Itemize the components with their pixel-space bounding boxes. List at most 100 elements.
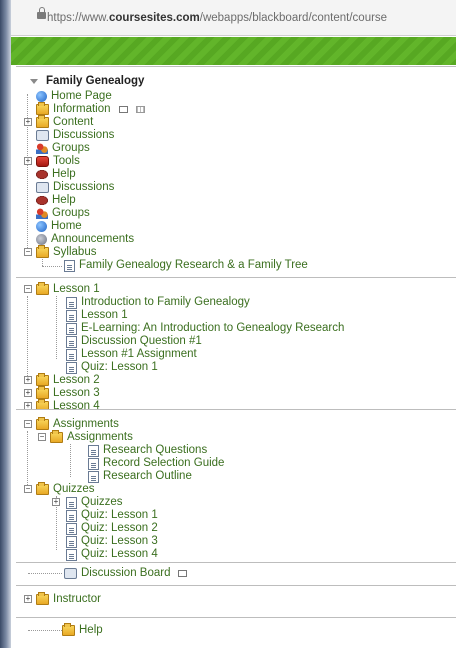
course-title[interactable]: Family Genealogy xyxy=(42,75,144,88)
menu-item-help-2[interactable]: Help xyxy=(36,194,76,207)
help-icon xyxy=(36,196,48,205)
folder-icon xyxy=(36,102,49,115)
quiz-item[interactable]: Quiz: Lesson 4 xyxy=(66,548,158,561)
edit-icon[interactable] xyxy=(178,570,188,577)
discussion-board-panel: Discussion Board xyxy=(16,562,456,585)
course-menu-panel: Family Genealogy Home Page Information +… xyxy=(16,66,456,277)
menu-item-discussion-board[interactable]: Discussion Board xyxy=(64,567,188,580)
lock-icon xyxy=(37,7,46,19)
folder-icon xyxy=(36,282,49,295)
menu-item-lesson-2[interactable]: Lesson 2 xyxy=(36,373,100,387)
globe-icon xyxy=(36,221,47,232)
window-edge xyxy=(0,0,11,648)
collapse-icon[interactable]: − xyxy=(24,285,32,293)
lesson-item[interactable]: Quiz: Lesson 1 xyxy=(66,361,158,374)
discussion-icon xyxy=(36,182,49,193)
menu-item-lesson-3[interactable]: Lesson 3 xyxy=(36,386,100,400)
folder-icon xyxy=(36,386,49,399)
lessons-panel: − Lesson 1 Introduction to Family Geneal… xyxy=(16,277,456,412)
globe-icon xyxy=(36,91,47,102)
document-icon xyxy=(88,470,99,483)
submenu-item-assignments[interactable]: Assignments xyxy=(50,430,133,444)
collapse-icon[interactable]: − xyxy=(24,420,32,428)
groups-icon xyxy=(36,143,48,154)
edit-icon[interactable] xyxy=(118,106,128,113)
expand-icon[interactable]: + xyxy=(24,376,32,384)
submenu-item-quizzes[interactable]: Quizzes xyxy=(66,496,123,509)
document-icon xyxy=(88,444,99,457)
folder-icon xyxy=(36,482,49,495)
document-icon xyxy=(66,496,77,509)
quiz-item[interactable]: Quiz: Lesson 2 xyxy=(66,522,158,535)
document-icon xyxy=(66,309,77,322)
collapse-icon[interactable]: − xyxy=(24,485,32,493)
help-panel: Help xyxy=(16,617,456,649)
menu-item-groups[interactable]: Groups xyxy=(36,142,90,155)
folder-icon xyxy=(36,592,49,605)
document-icon xyxy=(66,348,77,361)
document-icon xyxy=(66,296,77,309)
folder-icon xyxy=(36,373,49,386)
folder-icon xyxy=(36,115,49,128)
discussion-icon xyxy=(64,568,77,579)
document-icon xyxy=(66,361,77,374)
announcements-icon xyxy=(36,234,47,245)
discussion-icon xyxy=(36,130,49,141)
quiz-item[interactable]: Quiz: Lesson 3 xyxy=(66,535,158,548)
document-icon xyxy=(66,509,77,522)
folder-icon xyxy=(36,245,49,258)
menu-item-lesson-1[interactable]: Lesson 1 xyxy=(36,282,100,296)
document-icon xyxy=(64,259,75,272)
collapse-icon[interactable]: − xyxy=(24,248,32,256)
assignments-panel: − Assignments − Assignments Research Que… xyxy=(16,409,456,562)
document-icon xyxy=(66,535,77,548)
syllabus-child-item[interactable]: Family Genealogy Research & a Family Tre… xyxy=(64,259,308,272)
assignment-item[interactable]: Research Outline xyxy=(88,470,192,483)
lesson-item[interactable]: Lesson 1 xyxy=(66,309,128,322)
menu-item-assignments[interactable]: Assignments xyxy=(36,417,119,431)
collapse-icon[interactable]: − xyxy=(38,433,46,441)
menu-item-instructor[interactable]: Instructor xyxy=(36,592,101,606)
menu-item-groups-2[interactable]: Groups xyxy=(36,207,90,220)
menu-item-content[interactable]: Content xyxy=(36,115,93,129)
folder-icon xyxy=(62,623,75,636)
assignment-item[interactable]: Record Selection Guide xyxy=(88,457,224,470)
menu-item-quizzes[interactable]: Quizzes xyxy=(36,482,95,496)
lesson-item[interactable]: Lesson #1 Assignment xyxy=(66,348,197,361)
course-header-banner xyxy=(11,37,456,65)
groups-icon xyxy=(36,208,48,219)
menu-item-help[interactable]: Help xyxy=(36,168,76,181)
help-icon xyxy=(36,170,48,179)
address-bar[interactable]: https://www.coursesites.com/webapps/blac… xyxy=(11,0,456,36)
menu-item-home[interactable]: Home xyxy=(36,220,82,233)
expand-icon[interactable]: + xyxy=(24,595,32,603)
document-icon xyxy=(66,548,77,561)
quiz-item[interactable]: Quiz: Lesson 1 xyxy=(66,509,158,522)
visibility-icon[interactable] xyxy=(135,106,145,113)
folder-icon xyxy=(50,430,63,443)
menu-item-discussions-2[interactable]: Discussions xyxy=(36,181,114,194)
menu-item-information[interactable]: Information xyxy=(36,102,145,116)
expand-icon[interactable]: + xyxy=(24,118,32,126)
menu-item-announcements[interactable]: Announcements xyxy=(36,233,134,246)
menu-item-home-page[interactable]: Home Page xyxy=(36,90,112,103)
document-icon xyxy=(66,322,77,335)
expand-icon[interactable]: + xyxy=(24,389,32,397)
menu-item-help-bottom[interactable]: Help xyxy=(62,623,103,637)
expand-icon[interactable]: + xyxy=(24,157,32,165)
assignment-item[interactable]: Research Questions xyxy=(88,444,207,457)
folder-icon xyxy=(36,417,49,430)
lesson-item[interactable]: Discussion Question #1 xyxy=(66,335,202,348)
instructor-panel: + Instructor xyxy=(16,585,456,616)
document-icon xyxy=(66,522,77,535)
lesson-item[interactable]: E-Learning: An Introduction to Genealogy… xyxy=(66,322,344,335)
tools-icon xyxy=(36,156,49,167)
menu-item-discussions[interactable]: Discussions xyxy=(36,129,114,142)
menu-item-tools[interactable]: Tools xyxy=(36,155,80,168)
menu-item-syllabus[interactable]: Syllabus xyxy=(36,245,96,259)
collapse-triangle-icon[interactable] xyxy=(30,79,38,84)
expand-icon[interactable]: + xyxy=(52,498,60,506)
document-icon xyxy=(66,335,77,348)
url-text[interactable]: https://www.coursesites.com/webapps/blac… xyxy=(47,12,387,24)
lesson-item[interactable]: Introduction to Family Genealogy xyxy=(66,296,250,309)
